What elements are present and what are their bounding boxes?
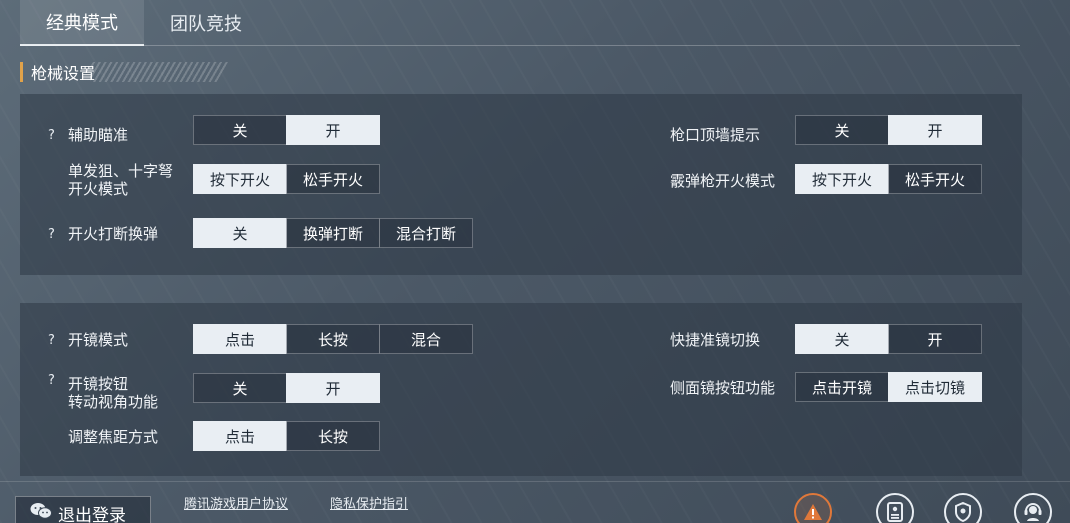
setting-aim-assist: ? 辅助瞄准 <box>48 120 128 150</box>
setting-label: 调整焦距方式 <box>68 428 159 446</box>
setting-muzzle-wall-hint: 枪口顶墙提示 <box>670 120 760 150</box>
tab-team-deathmatch[interactable]: 团队竞技 <box>144 0 268 46</box>
security-icon[interactable] <box>944 493 982 523</box>
setting-label-line2: 转动视角功能 <box>68 393 159 411</box>
setting-shotgun-fire-mode: 霰弹枪开火模式 <box>670 166 775 196</box>
option-off[interactable]: 关 <box>193 115 287 145</box>
setting-label-line1: 开镜按钮 <box>68 375 129 393</box>
option-off[interactable]: 关 <box>795 324 889 354</box>
tab-classic-mode[interactable]: 经典模式 <box>20 0 144 46</box>
help-icon[interactable]: ? <box>48 227 62 242</box>
shotgun-fire-mode-toggle: 按下开火 松手开火 <box>795 164 982 194</box>
privacy-guide-link[interactable]: 隐私保护指引 <box>330 493 408 512</box>
aim-assist-toggle: 关 开 <box>193 115 380 145</box>
setting-label: 单发狙、十字弩 开火模式 <box>68 162 173 198</box>
option-release-fire[interactable]: 松手开火 <box>888 164 982 194</box>
option-reload-interrupt[interactable]: 换弹打断 <box>286 218 380 248</box>
setting-label: 辅助瞄准 <box>68 126 129 144</box>
scope-mode-toggle: 点击 长按 混合 <box>193 324 473 354</box>
option-on[interactable]: 开 <box>286 115 380 145</box>
setting-focal-adjust-method: ? 调整焦距方式 <box>48 422 158 452</box>
option-mixed[interactable]: 混合 <box>379 324 473 354</box>
mode-tabs: 经典模式 团队竞技 <box>20 0 268 46</box>
customer-service-icon[interactable] <box>1014 493 1052 523</box>
footer-divider <box>0 481 1070 482</box>
setting-fire-interrupt-reload: ? 开火打断换弹 <box>48 219 158 249</box>
option-off[interactable]: 关 <box>193 218 287 248</box>
option-tap-switch-scope[interactable]: 点击切镜 <box>888 372 982 402</box>
scope-settings-panel: ? 开镜模式 点击 长按 混合 ? 开镜按钮 转动视角功能 关 开 ? 调整焦距… <box>20 303 1022 476</box>
option-off[interactable]: 关 <box>193 373 287 403</box>
help-icon[interactable]: ? <box>48 333 62 348</box>
setting-scope-mode: ? 开镜模式 <box>48 325 128 355</box>
logout-button[interactable]: 退出登录 <box>15 496 151 523</box>
option-hold[interactable]: 长按 <box>286 324 380 354</box>
section-title: 枪械设置 <box>31 64 96 83</box>
section-header: 枪械设置 <box>20 60 228 84</box>
setting-quick-scope-switch: 快捷准镜切换 <box>670 325 760 355</box>
setting-side-scope-button: 侧面镜按钮功能 <box>670 373 775 403</box>
firearm-settings-panel: ? 辅助瞄准 关 开 ? 单发狙、十字弩 开火模式 按下开火 松手开火 ? 开火… <box>20 94 1022 275</box>
setting-label: 开火打断换弹 <box>68 225 159 243</box>
focal-adjust-method-toggle: 点击 长按 <box>193 421 380 451</box>
quick-scope-switch-toggle: 关 开 <box>795 324 982 354</box>
setting-label: 开镜按钮 转动视角功能 <box>68 375 158 411</box>
logout-label: 退出登录 <box>58 505 126 523</box>
side-scope-button-toggle: 点击开镜 点击切镜 <box>795 372 982 402</box>
setting-label: 快捷准镜切换 <box>670 331 761 349</box>
warning-icon[interactable] <box>794 493 832 523</box>
setting-scope-button-rotate-view: ? 开镜按钮 转动视角功能 <box>48 373 158 413</box>
option-tap-open-scope[interactable]: 点击开镜 <box>795 372 889 402</box>
wechat-icon <box>30 502 52 523</box>
option-on[interactable]: 开 <box>286 373 380 403</box>
setting-label: 枪口顶墙提示 <box>670 126 761 144</box>
fire-interrupt-reload-toggle: 关 换弹打断 混合打断 <box>193 218 473 248</box>
option-hold[interactable]: 长按 <box>286 421 380 451</box>
setting-label: 侧面镜按钮功能 <box>670 379 776 397</box>
option-tap[interactable]: 点击 <box>193 324 287 354</box>
setting-label: 开镜模式 <box>68 331 129 349</box>
option-off[interactable]: 关 <box>795 115 889 145</box>
single-shot-fire-mode-toggle: 按下开火 松手开火 <box>193 164 380 194</box>
help-icon[interactable]: ? <box>48 128 62 143</box>
user-agreement-link[interactable]: 腾讯游戏用户协议 <box>184 493 288 512</box>
option-press-fire[interactable]: 按下开火 <box>795 164 889 194</box>
setting-single-shot-fire-mode: ? 单发狙、十字弩 开火模式 <box>48 160 173 200</box>
setting-label-line1: 单发狙、十字弩 <box>68 162 174 180</box>
option-press-fire[interactable]: 按下开火 <box>193 164 287 194</box>
option-release-fire[interactable]: 松手开火 <box>286 164 380 194</box>
option-on[interactable]: 开 <box>888 324 982 354</box>
tab-divider <box>20 45 1020 46</box>
section-stripe-decoration <box>90 62 228 82</box>
setting-label: 霰弹枪开火模式 <box>670 172 776 190</box>
setting-label-line2: 开火模式 <box>68 180 129 198</box>
option-tap[interactable]: 点击 <box>193 421 287 451</box>
scope-rotate-view-toggle: 关 开 <box>193 373 380 403</box>
help-icon[interactable]: ? <box>48 373 62 388</box>
document-icon[interactable] <box>876 493 914 523</box>
muzzle-wall-hint-toggle: 关 开 <box>795 115 982 145</box>
option-on[interactable]: 开 <box>888 115 982 145</box>
section-accent-bar <box>20 62 23 82</box>
option-mixed-interrupt[interactable]: 混合打断 <box>379 218 473 248</box>
